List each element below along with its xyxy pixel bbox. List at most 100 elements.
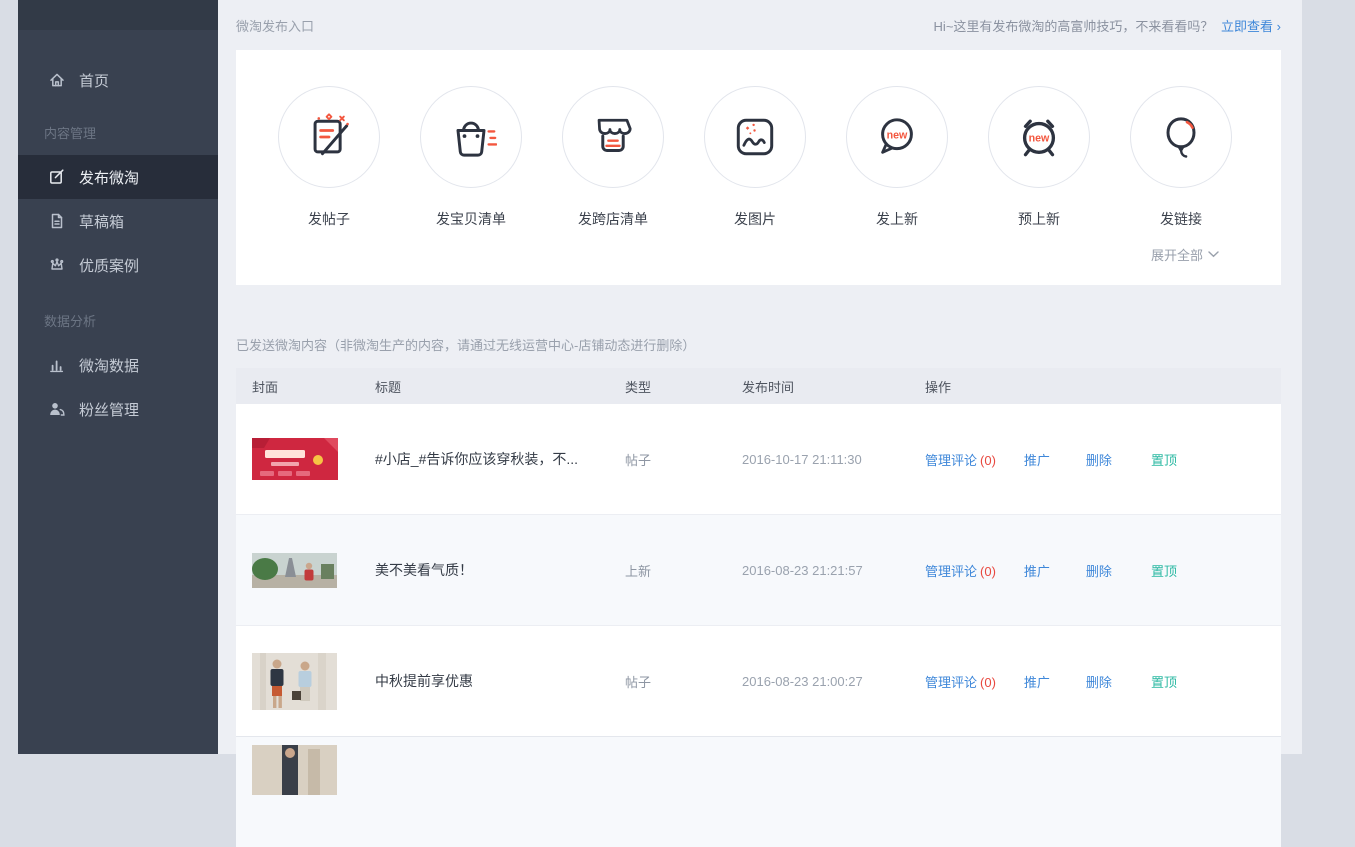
sidebar: 首页 内容管理 发布微淘 草稿箱 (18, 0, 218, 754)
publish-entry-panel: 发帖子 发宝贝清单 (236, 50, 1281, 285)
post-icon[interactable] (278, 86, 380, 188)
sidebar-item-label: 首页 (79, 70, 109, 91)
row-title: 美不美看气质！ (375, 560, 625, 580)
column-header-time: 发布时间 (742, 377, 925, 396)
row-publish-time: 2016-08-23 21:00:27 (742, 674, 925, 689)
promote-link[interactable]: 推广 (1024, 561, 1050, 580)
row-actions: 管理评论(0) 推广 删除 置顶 (925, 450, 1281, 469)
manage-comments-link[interactable]: 管理评论(0) (925, 450, 996, 469)
shop-icon[interactable] (562, 86, 664, 188)
entry-label: 发图片 (684, 209, 826, 229)
row-type: 帖子 (625, 450, 742, 469)
fans-icon (48, 400, 66, 418)
pin-to-top-link[interactable]: 置顶 (1151, 450, 1177, 469)
entry-label: 发宝贝清单 (400, 209, 542, 229)
speech-new-icon[interactable]: new (846, 86, 948, 188)
table-row: 中秋提前享优惠 帖子 2016-08-23 21:00:27 管理评论(0) 推… (236, 625, 1281, 736)
pin-to-top-link[interactable]: 置顶 (1151, 672, 1177, 691)
entry-label: 发跨店清单 (542, 209, 684, 229)
sidebar-item-weitao-data[interactable]: 微淘数据 (18, 343, 218, 387)
crown-icon (48, 256, 66, 274)
manage-comments-link[interactable]: 管理评论(0) (925, 561, 996, 580)
expand-all-button[interactable]: 展开全部 (1151, 245, 1219, 264)
sidebar-item-label: 优质案例 (79, 255, 139, 276)
cover-thumbnail-partial-photo[interactable] (252, 745, 337, 795)
entry-label: 发上新 (826, 209, 968, 229)
table-row: #小店_#告诉你应该穿秋装，不... 帖子 2016-10-17 21:11:3… (236, 404, 1281, 514)
delete-link[interactable]: 删除 (1086, 450, 1112, 469)
column-header-type: 类型 (625, 377, 742, 396)
column-header-actions: 操作 (925, 377, 1281, 396)
entry-new-arrival[interactable]: new 发上新 (826, 86, 968, 229)
tip-text: Hi~这里有发布微淘的高富帅技巧，不来看看吗？ (934, 19, 1214, 34)
row-type: 帖子 (625, 672, 742, 691)
entry-label: 发链接 (1110, 209, 1252, 229)
draft-icon (48, 212, 66, 230)
manage-comments-label: 管理评论 (925, 564, 977, 579)
cover-thumbnail-men-fashion-photo[interactable] (252, 653, 337, 710)
promote-link[interactable]: 推广 (1024, 450, 1050, 469)
cover-cell (236, 553, 375, 588)
table-row (236, 736, 1281, 847)
row-publish-time: 2016-08-23 21:21:57 (742, 563, 925, 578)
table-header: 封面 标题 类型 发布时间 操作 (236, 368, 1281, 404)
svg-text:new: new (887, 129, 908, 141)
manage-comments-label: 管理评论 (925, 675, 977, 690)
sidebar-item-fans-management[interactable]: 粉丝管理 (18, 387, 218, 431)
image-icon[interactable] (704, 86, 806, 188)
comment-count: (0) (980, 564, 996, 579)
row-title: 中秋提前享优惠 (375, 671, 625, 691)
tip-bar: Hi~这里有发布微淘的高富帅技巧，不来看看吗？ 立即查看 › (934, 16, 1281, 35)
main-content: 微淘发布入口 Hi~这里有发布微淘的高富帅技巧，不来看看吗？ 立即查看 › (218, 0, 1302, 754)
compose-icon (48, 168, 66, 186)
row-actions: 管理评论(0) 推广 删除 置顶 (925, 561, 1281, 580)
entry-list: 发帖子 发宝贝清单 (236, 50, 1281, 229)
balloon-icon[interactable] (1130, 86, 1232, 188)
cover-thumbnail-red-banner[interactable] (252, 438, 338, 480)
sidebar-item-label: 草稿箱 (79, 211, 124, 232)
comment-count: (0) (980, 453, 996, 468)
published-section-title: 已发送微淘内容（非微淘生产的内容，请通过无线运营中心-店铺动态进行删除） (236, 335, 1281, 354)
sidebar-item-label: 粉丝管理 (79, 399, 139, 420)
sidebar-item-home[interactable]: 首页 (18, 58, 218, 102)
published-table: 封面 标题 类型 发布时间 操作 (236, 368, 1281, 847)
entry-product-list[interactable]: 发宝贝清单 (400, 86, 542, 229)
home-icon (48, 71, 66, 89)
entry-pre-new-arrival[interactable]: new 预上新 (968, 86, 1110, 229)
cover-cell (236, 438, 375, 480)
row-actions: 管理评论(0) 推广 删除 置顶 (925, 672, 1281, 691)
comment-count: (0) (980, 675, 996, 690)
sidebar-group-title-analytics: 数据分析 (18, 312, 218, 332)
sidebar-item-drafts[interactable]: 草稿箱 (18, 199, 218, 243)
entry-label: 发帖子 (258, 209, 400, 229)
column-header-cover: 封面 (236, 377, 375, 396)
delete-link[interactable]: 删除 (1086, 561, 1112, 580)
manage-comments-label: 管理评论 (925, 453, 977, 468)
pin-to-top-link[interactable]: 置顶 (1151, 561, 1177, 580)
entry-image[interactable]: 发图片 (684, 86, 826, 229)
chevron-down-icon (1208, 251, 1219, 258)
alarm-new-icon[interactable]: new (988, 86, 1090, 188)
entry-cross-shop-list[interactable]: 发跨店清单 (542, 86, 684, 229)
table-row: 美不美看气质！ 上新 2016-08-23 21:21:57 管理评论(0) 推… (236, 514, 1281, 625)
entry-link[interactable]: 发链接 (1110, 86, 1252, 229)
column-header-title: 标题 (375, 377, 625, 396)
topbar: 微淘发布入口 Hi~这里有发布微淘的高富帅技巧，不来看看吗？ 立即查看 › (236, 0, 1281, 50)
row-publish-time: 2016-10-17 21:11:30 (742, 452, 925, 467)
entry-label: 预上新 (968, 209, 1110, 229)
cover-thumbnail-outdoor-photo[interactable] (252, 553, 337, 588)
bar-chart-icon (48, 356, 66, 374)
svg-text:new: new (1029, 133, 1050, 145)
promote-link[interactable]: 推广 (1024, 672, 1050, 691)
sidebar-item-quality-cases[interactable]: 优质案例 (18, 243, 218, 287)
manage-comments-link[interactable]: 管理评论(0) (925, 672, 996, 691)
view-now-link[interactable]: 立即查看 › (1221, 19, 1281, 34)
row-type: 上新 (625, 561, 742, 580)
row-title: #小店_#告诉你应该穿秋装，不... (375, 449, 625, 469)
entry-post[interactable]: 发帖子 (258, 86, 400, 229)
delete-link[interactable]: 删除 (1086, 672, 1112, 691)
sidebar-item-publish-weitao[interactable]: 发布微淘 (18, 155, 218, 199)
cover-cell (236, 653, 375, 710)
cover-cell (236, 737, 375, 795)
bag-icon[interactable] (420, 86, 522, 188)
